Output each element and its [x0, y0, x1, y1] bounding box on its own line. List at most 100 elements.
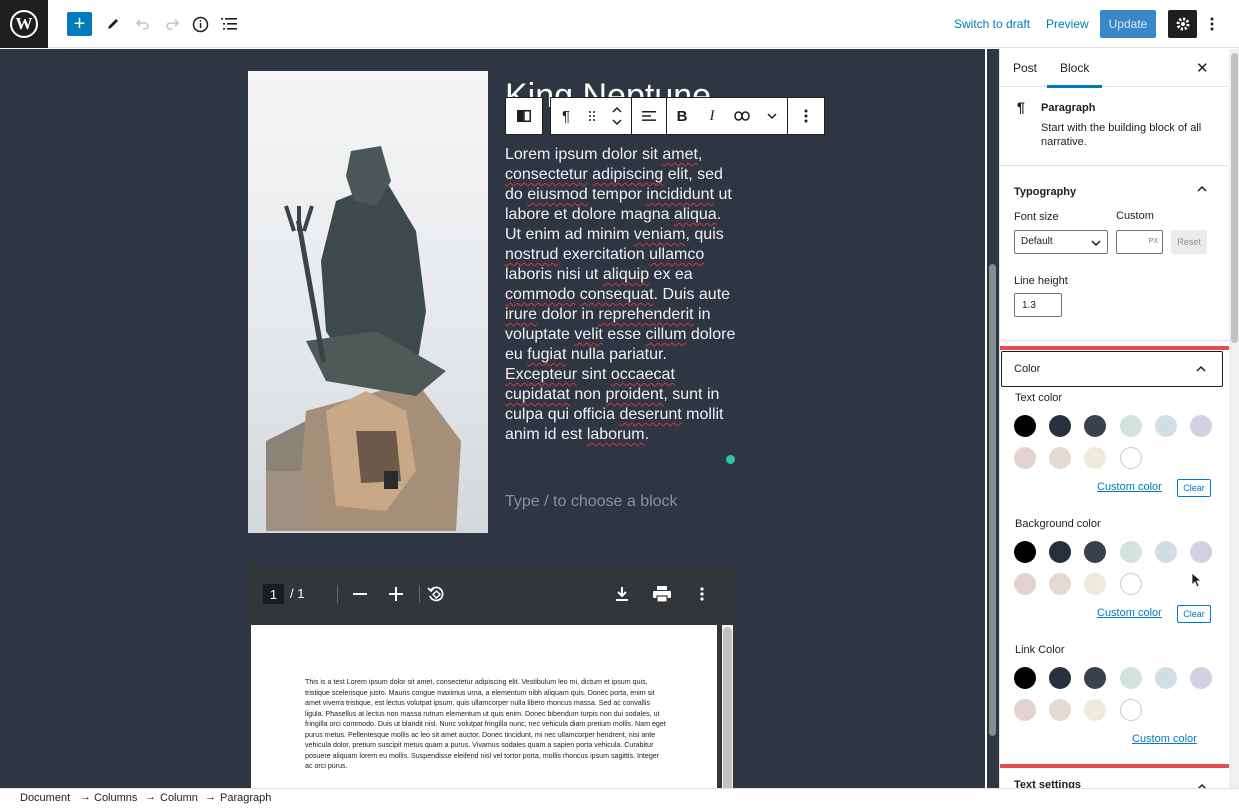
misspelled-word: Excepteur	[505, 366, 578, 383]
text-color-label: Text color	[1015, 392, 1063, 404]
redo-icon[interactable]	[160, 12, 184, 36]
paragraph-text-run: ex ea	[649, 266, 693, 283]
link-icon[interactable]	[727, 98, 757, 134]
info-icon[interactable]	[188, 12, 212, 36]
block-appender-placeholder[interactable]: Type / to choose a block	[505, 493, 678, 511]
arrow-right-icon: →	[80, 791, 91, 803]
zoom-in-icon[interactable]	[384, 582, 408, 606]
text-custom-color-link[interactable]: Custom color	[1097, 481, 1162, 493]
bold-icon[interactable]: B	[667, 98, 697, 134]
paragraph-text-run: nulla pariatur.	[566, 346, 667, 363]
reset-font-size-button[interactable]: Reset	[1171, 230, 1207, 254]
misspelled-word: cupidatat	[505, 386, 570, 403]
pdf-page: This is a test Lorem ipsum dolor sit ame…	[251, 625, 717, 788]
font-size-select[interactable]: Default	[1014, 230, 1108, 254]
settings-sidebar: Post Block ✕ ¶ Paragraph Start with the …	[999, 49, 1239, 788]
misspelled-word: fugiat	[527, 346, 567, 363]
background-color-swatch[interactable]	[1119, 573, 1142, 595]
link-color-swatch[interactable]	[1014, 667, 1036, 689]
close-icon[interactable]: ✕	[1196, 59, 1209, 77]
text-color-swatch[interactable]	[1014, 415, 1036, 437]
line-height-label: Line height	[1014, 275, 1068, 287]
misspelled-word: amet	[662, 146, 698, 163]
text-color-swatch[interactable]	[1190, 415, 1212, 437]
columns-parent-icon[interactable]	[506, 98, 542, 134]
misspelled-word: aliqua	[674, 206, 717, 223]
paragraph-text-run: tempor	[587, 186, 647, 203]
paragraph-icon[interactable]: ¶	[551, 98, 581, 134]
background-color-swatch[interactable]	[1190, 541, 1212, 563]
background-custom-color-link[interactable]: Custom color	[1097, 607, 1162, 619]
tab-block[interactable]: Block	[1046, 61, 1103, 88]
misspelled-word: velit	[574, 326, 603, 343]
link-color-swatch[interactable]	[1190, 667, 1212, 689]
align-icon[interactable]	[632, 98, 666, 134]
drag-handle-icon[interactable]	[581, 98, 603, 134]
text-color-swatch[interactable]	[1119, 447, 1142, 469]
text-color-swatch[interactable]	[1154, 415, 1177, 437]
pdf-scrollbar[interactable]	[722, 625, 733, 788]
paragraph-text-run: .	[644, 426, 650, 443]
link-color-swatch[interactable]	[1014, 699, 1036, 721]
list-view-icon[interactable]	[217, 12, 241, 36]
misspelled-word: laborum	[586, 426, 645, 443]
switch-to-draft-button[interactable]: Switch to draft	[954, 17, 1030, 31]
download-icon[interactable]	[610, 582, 634, 606]
undo-icon[interactable]	[131, 12, 155, 36]
breadcrumb-paragraph[interactable]: Paragraph	[220, 792, 271, 804]
background-color-swatch[interactable]	[1014, 573, 1036, 595]
background-color-clear-button[interactable]: Clear	[1177, 605, 1211, 623]
add-block-button[interactable]: +	[67, 12, 92, 36]
misspelled-word: nostrud	[505, 246, 559, 263]
link-color-swatch[interactable]	[1119, 699, 1142, 721]
misspelled-word: occaecat	[610, 366, 675, 383]
line-height-input[interactable]: 1.3	[1014, 293, 1062, 317]
pencil-icon[interactable]	[101, 12, 125, 36]
paragraph-text-run: sint	[577, 366, 611, 383]
preview-button[interactable]: Preview	[1046, 17, 1089, 31]
paragraph-block[interactable]: Lorem ipsum dolor sit amet, consectetur …	[505, 145, 737, 445]
color-panel-toggle[interactable]: Color	[1001, 351, 1223, 387]
breadcrumb-document[interactable]: Document	[20, 792, 70, 804]
typography-panel-toggle[interactable]: Typography	[1000, 167, 1228, 207]
wordpress-logo-icon[interactable]: W	[0, 0, 48, 48]
misspelled-word: consequat	[579, 286, 654, 303]
editor-canvas: King Neptune ¶ B I Lorem ipsum dolor sit…	[0, 49, 985, 788]
breadcrumb-columns[interactable]: Columns	[94, 792, 137, 804]
text-settings-panel-title[interactable]: Text settings	[1014, 779, 1081, 788]
arrow-right-icon: →	[145, 791, 156, 803]
text-color-swatch[interactable]	[1119, 415, 1142, 437]
update-button[interactable]: Update	[1100, 10, 1156, 38]
link-color-swatch[interactable]	[1119, 667, 1142, 689]
background-color-swatch[interactable]	[1119, 541, 1142, 563]
misspelled-word: adipiscing	[592, 166, 664, 183]
text-color-clear-button[interactable]: Clear	[1177, 479, 1211, 497]
text-color-swatch[interactable]	[1014, 447, 1036, 469]
block-card: ¶ Paragraph Start with the building bloc…	[1000, 87, 1228, 166]
background-color-swatch[interactable]	[1014, 541, 1036, 563]
pdf-page-input[interactable]: 1	[263, 584, 284, 604]
rotate-icon[interactable]	[424, 582, 448, 606]
statue-image[interactable]	[248, 71, 488, 533]
mouse-cursor-icon	[1191, 572, 1203, 593]
print-icon[interactable]	[650, 582, 674, 606]
background-color-swatch[interactable]	[1154, 541, 1177, 563]
sidebar-tabs: Post Block ✕	[1000, 49, 1228, 88]
link-custom-color-link[interactable]: Custom color	[1132, 733, 1197, 745]
move-up-down-icon[interactable]	[603, 98, 631, 134]
block-options-kebab-icon[interactable]	[788, 98, 824, 134]
pdf-more-kebab-icon[interactable]	[690, 582, 714, 606]
italic-icon[interactable]: I	[697, 98, 727, 134]
link-color-swatch[interactable]	[1154, 667, 1177, 689]
block-card-description: Start with the building block of all nar…	[1041, 122, 1202, 148]
gear-icon[interactable]	[1168, 10, 1197, 38]
tab-post[interactable]: Post	[1013, 61, 1037, 75]
custom-font-size-input[interactable]: PX	[1116, 230, 1163, 254]
canvas-scrollbar[interactable]	[987, 49, 999, 788]
zoom-out-icon[interactable]	[348, 582, 372, 606]
chevron-down-icon[interactable]	[757, 98, 787, 134]
breadcrumb-column[interactable]: Column	[160, 792, 198, 804]
sidebar-scrollbar[interactable]	[1229, 49, 1239, 788]
pdf-viewer: 1 / 1 This is a test Lorem ipsum dolor s…	[248, 567, 736, 788]
kebab-icon[interactable]	[1204, 12, 1220, 36]
